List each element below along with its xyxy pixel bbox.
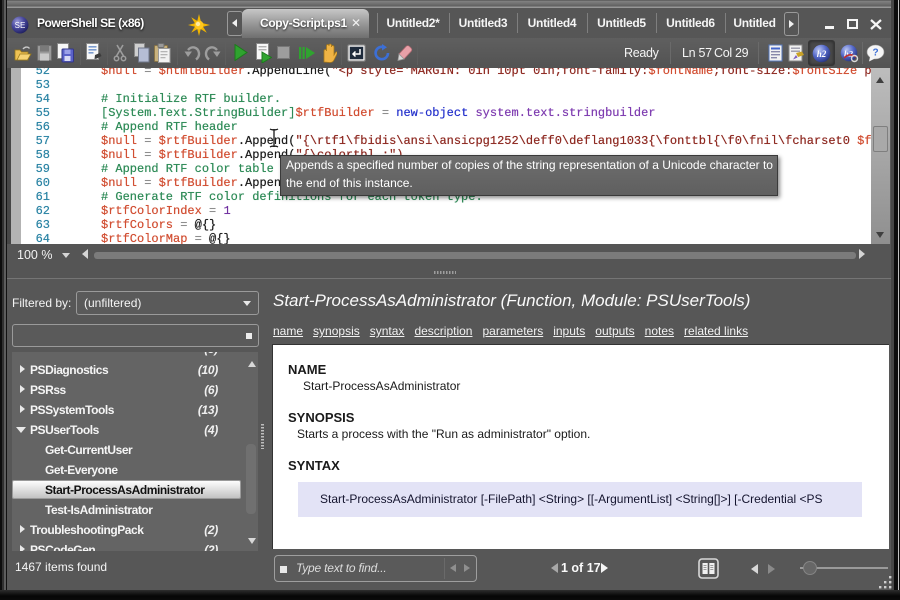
svg-text:SE: SE bbox=[15, 21, 26, 30]
svg-text:?: ? bbox=[872, 48, 878, 59]
svg-text:h2: h2 bbox=[817, 49, 827, 59]
